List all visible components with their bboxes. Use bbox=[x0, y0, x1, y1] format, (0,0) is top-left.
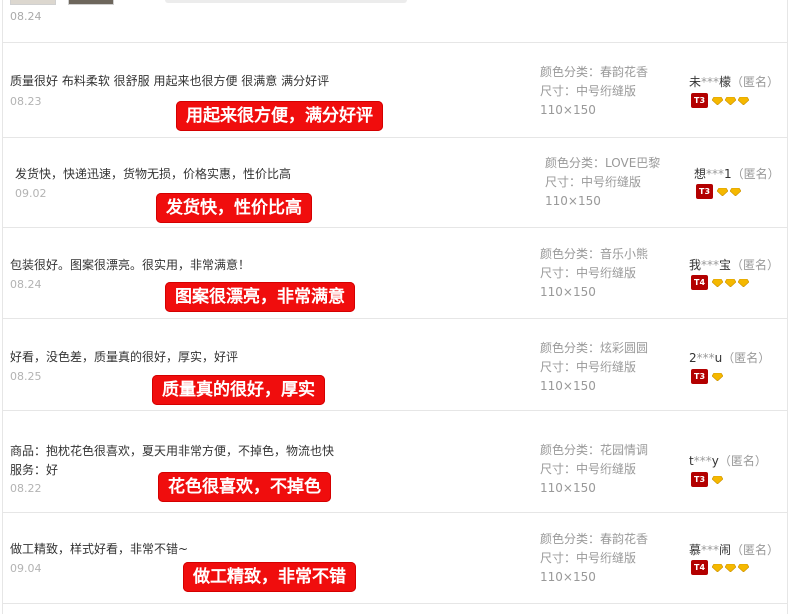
review-text: 包装很好。图案很漂亮。很实用，非常满意！ bbox=[10, 258, 251, 272]
level-badge: T4 bbox=[691, 275, 708, 290]
color-label: 颜色分类： bbox=[545, 156, 606, 170]
diamond-icon bbox=[712, 475, 723, 484]
previous-review-bar bbox=[165, 0, 407, 3]
diamond-icon bbox=[730, 187, 741, 196]
review-text: 质量很好 布料柔软 很舒服 用起来也很方便 很满意 满分好评 bbox=[10, 74, 330, 88]
review-text: 好看，没色差，质量真的很好，厚实，好评 bbox=[10, 350, 239, 364]
highlight-banner: 发货快，性价比高 bbox=[156, 193, 312, 223]
diamond-icon bbox=[738, 96, 749, 105]
review-item: 发货快，快递迅速，货物无损，价格实惠，性价比高 09.02 发货快，性价比高 颜… bbox=[2, 137, 788, 228]
diamond-icon bbox=[738, 278, 749, 287]
reviewer-badges: T4 bbox=[691, 560, 749, 575]
review-date: 08.25 bbox=[10, 370, 42, 383]
size-dims: 110×150 bbox=[540, 570, 596, 584]
size-label: 尺寸： bbox=[545, 175, 582, 189]
reviewer-name[interactable]: t***y（匿名） bbox=[689, 452, 767, 469]
level-badge: T3 bbox=[691, 472, 708, 487]
reviewer-name[interactable]: 2***u（匿名） bbox=[689, 349, 770, 366]
highlight-banner: 做工精致，非常不错 bbox=[183, 562, 356, 592]
reviewer-name[interactable]: 未***檬（匿名） bbox=[689, 73, 779, 90]
size-value: 中号绗缝版 bbox=[576, 266, 637, 280]
highlight-banner: 图案很漂亮，非常满意 bbox=[165, 282, 355, 312]
review-text: 发货快，快递迅速，货物无损，价格实惠，性价比高 bbox=[15, 167, 292, 181]
diamond-icon bbox=[725, 278, 736, 287]
review-date: 09.04 bbox=[10, 562, 42, 575]
color-value: 炫彩圆圆 bbox=[600, 341, 649, 355]
diamond-icon bbox=[725, 563, 736, 572]
highlight-banner: 用起来很方便，满分好评 bbox=[176, 101, 383, 131]
review-item: 做工精致，样式好看，非常不错~ 09.04 做工精致，非常不错 颜色分类：春韵花… bbox=[2, 512, 788, 604]
size-dims: 110×150 bbox=[540, 285, 596, 299]
review-item: 商品：抱枕花色很喜欢，夏天用非常方便，不掉色，物流也快 服务：好 08.22 花… bbox=[2, 410, 788, 513]
diamond-icon bbox=[717, 187, 728, 196]
reviewer-badges: T3 bbox=[691, 472, 723, 487]
color-label: 颜色分类： bbox=[540, 443, 601, 457]
reviewer-name[interactable]: 想***1（匿名） bbox=[694, 165, 780, 182]
highlight-banner: 花色很喜欢，不掉色 bbox=[158, 472, 331, 502]
size-value: 中号绗缝版 bbox=[576, 462, 637, 476]
size-label: 尺寸： bbox=[540, 360, 577, 374]
level-badge: T3 bbox=[696, 184, 713, 199]
color-label: 颜色分类： bbox=[540, 65, 601, 79]
size-label: 尺寸： bbox=[540, 551, 577, 565]
color-value: 花园情调 bbox=[600, 443, 649, 457]
diamond-icon bbox=[712, 372, 723, 381]
size-value: 中号绗缝版 bbox=[576, 84, 637, 98]
reviewer-name[interactable]: 我***宝（匿名） bbox=[689, 256, 779, 273]
reviewer-badges: T4 bbox=[691, 275, 749, 290]
sku-info: 颜色分类：音乐小熊 尺寸：中号绗缝版 110×150 bbox=[540, 245, 648, 302]
review-date: 09.02 bbox=[15, 187, 47, 200]
color-value: 春韵花香 bbox=[600, 65, 649, 79]
review-photo-thumb[interactable] bbox=[10, 0, 56, 5]
reviewer-badges: T3 bbox=[691, 369, 723, 384]
review-text: 做工精致，样式好看，非常不错~ bbox=[10, 542, 189, 556]
size-value: 中号绗缝版 bbox=[576, 360, 637, 374]
reviewer-badges: T3 bbox=[691, 93, 749, 108]
size-dims: 110×150 bbox=[540, 481, 596, 495]
sku-info: 颜色分类：花园情调 尺寸：中号绗缝版 110×150 bbox=[540, 441, 648, 498]
color-value: LOVE巴黎 bbox=[605, 156, 661, 170]
diamond-icon bbox=[712, 563, 723, 572]
sku-info: 颜色分类：LOVE巴黎 尺寸：中号绗缝版 110×150 bbox=[545, 154, 660, 211]
review-date: 08.23 bbox=[10, 95, 42, 108]
review-date: 08.24 bbox=[10, 278, 42, 291]
review-date: 08.24 bbox=[10, 10, 42, 23]
highlight-banner: 质量真的很好，厚实 bbox=[152, 375, 325, 405]
diamond-icon bbox=[725, 96, 736, 105]
level-badge: T3 bbox=[691, 369, 708, 384]
size-label: 尺寸： bbox=[540, 266, 577, 280]
review-date: 08.22 bbox=[10, 482, 42, 495]
color-label: 颜色分类： bbox=[540, 247, 601, 261]
size-value: 中号绗缝版 bbox=[581, 175, 642, 189]
size-label: 尺寸： bbox=[540, 84, 577, 98]
review-photo-thumb[interactable] bbox=[68, 0, 114, 5]
diamond-icon bbox=[738, 563, 749, 572]
sku-info: 颜色分类：炫彩圆圆 尺寸：中号绗缝版 110×150 bbox=[540, 339, 648, 396]
color-value: 音乐小熊 bbox=[600, 247, 649, 261]
size-dims: 110×150 bbox=[540, 379, 596, 393]
diamond-icon bbox=[712, 96, 723, 105]
sku-info: 颜色分类：春韵花香 尺寸：中号绗缝版 110×150 bbox=[540, 63, 648, 120]
review-item: 质量很好 布料柔软 很舒服 用起来也很方便 很满意 满分好评 08.23 用起来… bbox=[2, 42, 788, 138]
level-badge: T4 bbox=[691, 560, 708, 575]
diamond-icon bbox=[712, 278, 723, 287]
color-value: 春韵花香 bbox=[600, 532, 649, 546]
size-dims: 110×150 bbox=[540, 103, 596, 117]
color-label: 颜色分类： bbox=[540, 341, 601, 355]
size-dims: 110×150 bbox=[545, 194, 601, 208]
size-label: 尺寸： bbox=[540, 462, 577, 476]
level-badge: T3 bbox=[691, 93, 708, 108]
review-item: 包装很好。图案很漂亮。很实用，非常满意！ 08.24 图案很漂亮，非常满意 颜色… bbox=[2, 227, 788, 319]
reviewer-badges: T3 bbox=[696, 184, 741, 199]
sku-info: 颜色分类：春韵花香 尺寸：中号绗缝版 110×150 bbox=[540, 530, 648, 587]
review-item: 好看，没色差，质量真的很好，厚实，好评 08.25 质量真的很好，厚实 颜色分类… bbox=[2, 318, 788, 411]
color-label: 颜色分类： bbox=[540, 532, 601, 546]
review-text-line: 商品：抱枕花色很喜欢，夏天用非常方便，不掉色，物流也快 bbox=[10, 444, 335, 458]
size-value: 中号绗缝版 bbox=[576, 551, 637, 565]
reviewer-name[interactable]: 慕***闹（匿名） bbox=[689, 541, 779, 558]
